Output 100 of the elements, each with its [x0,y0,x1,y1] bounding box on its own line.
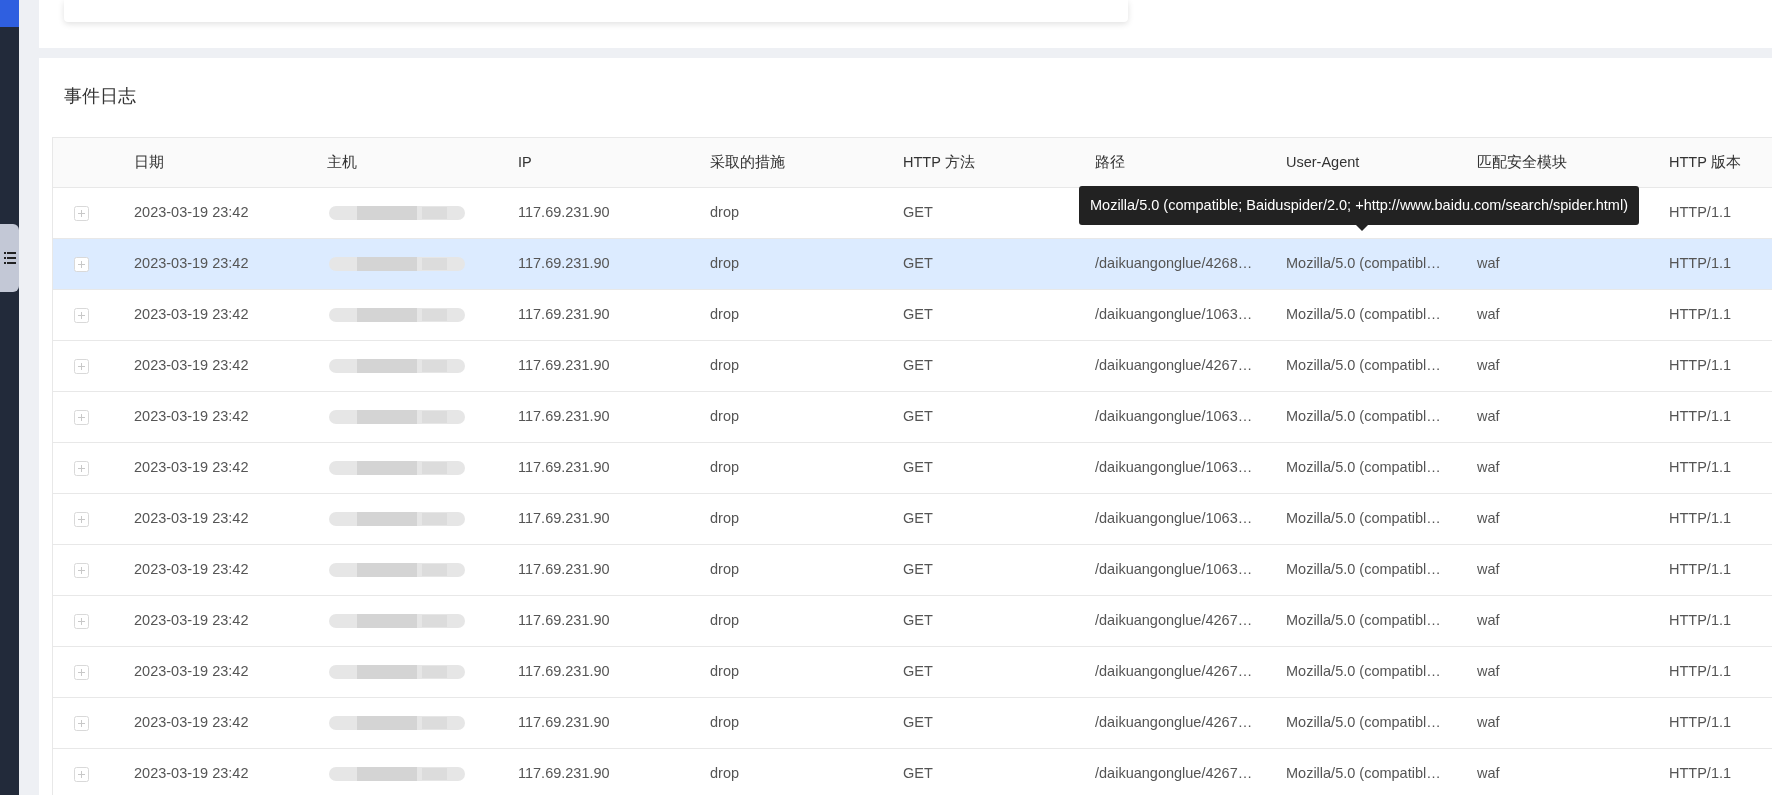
module-text: waf [1477,560,1500,580]
table-row[interactable]: 2023-03-19 23:42 117.69.231.90 drop GET /daikuangonglue/4268… Mozilla/5.0 (compatibl… waf HTTP/1.1 [53,239,1772,290]
method-text: GET [903,611,933,631]
method-text: GET [903,560,933,580]
ip-text: 117.69.231.90 [518,560,610,580]
ip-text: 117.69.231.90 [518,509,610,529]
expand-icon[interactable] [74,409,89,425]
expand-icon[interactable] [74,664,89,680]
version-text: HTTP/1.1 [1669,509,1732,529]
column-header: 匹配安全模块 [1477,152,1567,172]
action-text: drop [710,254,740,274]
action-text: drop [710,509,740,529]
version-text: HTTP/1.1 [1669,560,1732,580]
path-text: /daikuangonglue/1063… [1095,458,1253,478]
column-header: HTTP 方法 [903,152,975,172]
module-text: waf [1477,407,1500,427]
ip-text: 117.69.231.90 [518,764,610,784]
version-text: HTTP/1.1 [1669,407,1732,427]
ip-text: 117.69.231.90 [518,662,610,682]
date-text: 2023-03-19 23:42 [134,509,249,529]
version-text: HTTP/1.1 [1669,662,1732,682]
expand-icon[interactable] [74,358,89,374]
method-text: GET [903,305,933,325]
expand-icon[interactable] [74,562,89,578]
date-text: 2023-03-19 23:42 [134,407,249,427]
date-text: 2023-03-19 23:42 [134,356,249,376]
path-text: /daikuangonglue/4267… [1095,764,1253,784]
user-agent-text: Mozilla/5.0 (compatibl… [1286,764,1441,784]
expand-icon[interactable] [74,460,89,476]
column-header: HTTP 版本 [1669,152,1741,172]
version-text: HTTP/1.1 [1669,254,1732,274]
action-text: drop [710,407,740,427]
action-text: drop [710,662,740,682]
module-text: waf [1477,509,1500,529]
sidebar-header [0,0,19,27]
module-text: waf [1477,254,1500,274]
user-agent-text: Mozilla/5.0 (compatibl… [1286,509,1441,529]
column-header: 采取的措施 [710,152,785,172]
expand-icon[interactable] [74,205,89,221]
path-text: /daikuangonglue/4267… [1095,611,1253,631]
path-text: /daikuangonglue/4267… [1095,662,1253,682]
ip-text: 117.69.231.90 [518,254,610,274]
path-text: /daikuangonglue/1063… [1095,305,1253,325]
version-text: HTTP/1.1 [1669,305,1732,325]
method-text: GET [903,254,933,274]
path-text: /daikuangonglue/4267… [1095,356,1253,376]
date-text: 2023-03-19 23:42 [134,254,249,274]
action-text: drop [710,764,740,784]
ip-text: 117.69.231.90 [518,458,610,478]
path-text: /daikuangonglue/4268… [1095,254,1253,274]
column-header: 日期 [134,152,164,172]
expand-icon[interactable] [74,256,89,272]
user-agent-text: Mozilla/5.0 (compatibl… [1286,713,1441,733]
method-text: GET [903,203,933,223]
version-text: HTTP/1.1 [1669,458,1732,478]
action-text: drop [710,203,740,223]
module-text: waf [1477,662,1500,682]
sidebar-toggle[interactable] [0,224,19,292]
expand-icon[interactable] [74,613,89,629]
date-text: 2023-03-19 23:42 [134,662,249,682]
expand-icon[interactable] [74,766,89,782]
section-title: 事件日志 [64,85,136,108]
expand-icon[interactable] [74,511,89,527]
tooltip-arrow [1356,225,1368,231]
method-text: GET [903,407,933,427]
ip-text: 117.69.231.90 [518,356,610,376]
method-text: GET [903,764,933,784]
tooltip: Mozilla/5.0 (compatible; Baiduspider/2.0; +http://www.baidu.com/search/spider.html) [1079,186,1639,225]
path-text: /daikuangonglue/1063… [1095,407,1253,427]
action-text: drop [710,356,740,376]
action-text: drop [710,611,740,631]
date-text: 2023-03-19 23:42 [134,611,249,631]
module-text: waf [1477,305,1500,325]
action-text: drop [710,458,740,478]
date-text: 2023-03-19 23:42 [134,458,249,478]
user-agent-text: Mozilla/5.0 (compatibl… [1286,662,1441,682]
version-text: HTTP/1.1 [1669,764,1732,784]
method-text: GET [903,509,933,529]
user-agent-text: Mozilla/5.0 (compatibl… [1286,611,1441,631]
module-text: waf [1477,458,1500,478]
module-text: waf [1477,356,1500,376]
expand-icon[interactable] [74,307,89,323]
module-text: waf [1477,611,1500,631]
method-text: GET [903,458,933,478]
module-text: waf [1477,764,1500,784]
ip-text: 117.69.231.90 [518,305,610,325]
list-icon [3,251,16,265]
action-text: drop [710,560,740,580]
path-text: /daikuangonglue/1063… [1095,560,1253,580]
action-text: drop [710,305,740,325]
date-text: 2023-03-19 23:42 [134,305,249,325]
version-text: HTTP/1.1 [1669,713,1732,733]
ip-text: 117.69.231.90 [518,407,610,427]
column-header: 路径 [1095,152,1125,172]
user-agent-text: Mozilla/5.0 (compatibl… [1286,458,1441,478]
expand-icon[interactable] [74,715,89,731]
date-text: 2023-03-19 23:42 [134,560,249,580]
version-text: HTTP/1.1 [1669,203,1732,223]
column-header: IP [518,152,532,172]
path-text: /daikuangonglue/1063… [1095,509,1253,529]
